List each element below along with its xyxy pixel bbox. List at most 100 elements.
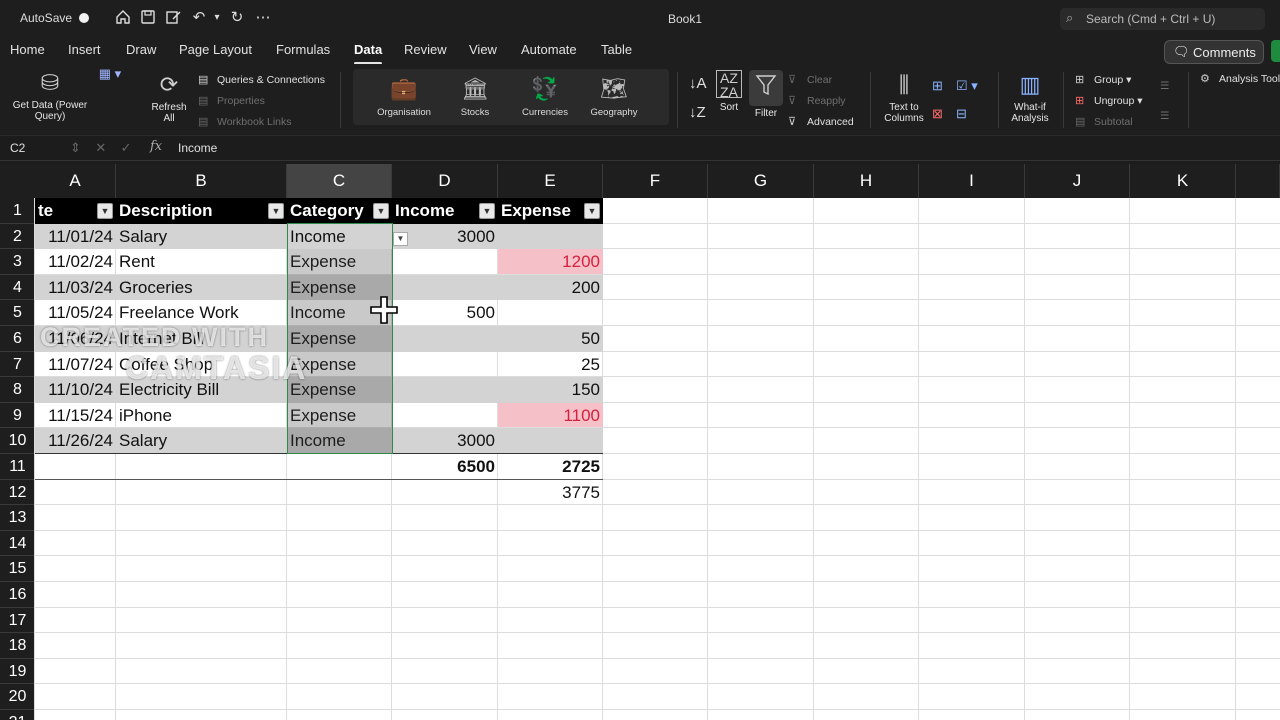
- group-button[interactable]: ⊞ Group ▾: [1075, 73, 1131, 86]
- column-header-j[interactable]: J: [1025, 164, 1130, 198]
- tab-formulas[interactable]: Formulas: [276, 42, 330, 57]
- column-header-k[interactable]: K: [1130, 164, 1236, 198]
- sort-ascending-icon[interactable]: ↓A: [689, 75, 707, 92]
- column-header-g[interactable]: G: [708, 164, 814, 198]
- filter-dropdown-icon[interactable]: ▼: [97, 203, 113, 219]
- datatype-organisation[interactable]: 💼 Organisation: [367, 75, 441, 118]
- row-header-4[interactable]: 4: [0, 274, 35, 301]
- what-if-analysis-button[interactable]: ▥ What-if Analysis: [1004, 72, 1056, 124]
- undo-icon[interactable]: ↶: [189, 8, 209, 28]
- table-header-4[interactable]: Expense ▼: [498, 198, 603, 224]
- cell-date[interactable]: 11/26/24: [35, 428, 116, 453]
- table-header-0[interactable]: te ▼: [35, 198, 116, 224]
- row-header-5[interactable]: 5: [0, 300, 35, 326]
- tab-page-layout[interactable]: Page Layout: [179, 42, 252, 57]
- cell-description[interactable]: Salary: [116, 428, 287, 453]
- comments-button[interactable]: 🗨 Comments: [1164, 40, 1264, 64]
- name-box[interactable]: C2: [10, 141, 25, 155]
- function-icon[interactable]: fx: [150, 139, 162, 154]
- properties-button[interactable]: ▤ Properties: [198, 94, 265, 107]
- flash-fill-icon[interactable]: ⊞: [932, 78, 943, 94]
- tab-review[interactable]: Review: [404, 42, 447, 57]
- spreadsheet-grid[interactable]: A B C D E F G H I J K 1 2 3 4 5 6 7 8 9 10 11 12 13 14 15 16 17 18 19…: [0, 164, 1280, 720]
- datatype-stocks[interactable]: 🏛 Stocks: [438, 75, 512, 118]
- column-header-d[interactable]: D: [392, 164, 498, 198]
- text-to-columns-button[interactable]: ⫼ Text to Columns: [879, 72, 929, 124]
- tab-data[interactable]: Data: [354, 42, 383, 65]
- row-header-8[interactable]: 8: [0, 377, 35, 403]
- table-header-2[interactable]: Category ▼: [287, 198, 392, 224]
- cell-date[interactable]: 11/02/24: [35, 249, 116, 274]
- cell-dropdown-arrow[interactable]: ▼: [393, 232, 408, 246]
- subtotal-button[interactable]: ▤ Subtotal: [1075, 115, 1133, 128]
- row-header-16[interactable]: 16: [0, 582, 35, 608]
- save-icon[interactable]: [138, 8, 158, 28]
- get-data-button[interactable]: ⛁ Get Data (Power Query): [8, 70, 92, 122]
- row-header-20[interactable]: 20: [0, 684, 35, 710]
- hide-detail-icon[interactable]: ☰: [1160, 110, 1169, 122]
- row-header-1[interactable]: 1: [0, 198, 35, 224]
- net-balance[interactable]: 3775: [498, 480, 603, 505]
- row-header-10[interactable]: 10: [0, 428, 35, 454]
- tab-automate[interactable]: Automate: [521, 42, 577, 57]
- search-box[interactable]: ⌕ Search (Cmd + Ctrl + U): [1060, 8, 1265, 30]
- table-header-3[interactable]: Income ▼: [392, 198, 498, 224]
- row-header-14[interactable]: 14: [0, 530, 35, 557]
- tab-table[interactable]: Table: [601, 42, 632, 57]
- analysis-toolpak-button[interactable]: ⚙ Analysis Toolpak: [1200, 72, 1280, 85]
- advanced-button[interactable]: ⊽ Advanced: [788, 115, 854, 128]
- row-header-6[interactable]: 6: [0, 326, 35, 352]
- filter-dropdown-icon[interactable]: ▼: [479, 203, 495, 219]
- sort-descending-icon[interactable]: ↓Z: [689, 104, 706, 121]
- cell-date[interactable]: 11/01/24: [35, 224, 116, 249]
- cell-expense[interactable]: 25: [498, 352, 603, 377]
- row-header-9[interactable]: 9: [0, 402, 35, 429]
- reapply-button[interactable]: ⊽ Reapply: [788, 94, 846, 107]
- cell-description[interactable]: Groceries: [116, 275, 287, 300]
- row-header-11[interactable]: 11: [0, 454, 35, 480]
- share-button[interactable]: [1271, 40, 1280, 62]
- remove-duplicates-icon[interactable]: ⊠: [932, 106, 943, 122]
- row-header-18[interactable]: 18: [0, 633, 35, 659]
- sort-button[interactable]: AZ ZA Sort: [713, 70, 745, 113]
- cell-expense[interactable]: 150: [498, 377, 603, 402]
- cell-date[interactable]: 11/15/24: [35, 403, 116, 428]
- total-expense[interactable]: 2725: [498, 454, 603, 479]
- select-all-corner[interactable]: [0, 164, 35, 198]
- column-header-c[interactable]: C: [287, 164, 392, 198]
- datatype-currencies[interactable]: 💱 Currencies: [508, 75, 582, 118]
- row-header-19[interactable]: 19: [0, 658, 35, 685]
- filter-dropdown-icon[interactable]: ▼: [584, 203, 600, 219]
- queries-connections-button[interactable]: ▤ Queries & Connections: [198, 73, 325, 86]
- undo-dropdown-icon[interactable]: ▾: [207, 8, 227, 28]
- ungroup-button[interactable]: ⊞ Ungroup ▾: [1075, 94, 1142, 107]
- row-header-21[interactable]: 21: [0, 710, 35, 720]
- row-header-12[interactable]: 12: [0, 479, 35, 506]
- filter-dropdown-icon[interactable]: ▼: [373, 203, 389, 219]
- total-income[interactable]: 6500: [392, 454, 498, 479]
- cell-expense[interactable]: 1100: [498, 403, 603, 428]
- cell-description[interactable]: iPhone: [116, 403, 287, 428]
- row-header-2[interactable]: 2: [0, 223, 35, 250]
- show-detail-icon[interactable]: ☰: [1160, 80, 1169, 92]
- cell-description[interactable]: Rent: [116, 249, 287, 274]
- edit-icon[interactable]: [163, 8, 183, 28]
- cell-income[interactable]: 3000: [392, 428, 498, 453]
- column-header-i[interactable]: I: [919, 164, 1025, 198]
- tab-draw[interactable]: Draw: [126, 42, 156, 57]
- cell-expense[interactable]: 200: [498, 275, 603, 300]
- datatype-geography[interactable]: 🗺 Geography: [577, 75, 651, 118]
- table-header-1[interactable]: Description ▼: [116, 198, 287, 224]
- tab-home[interactable]: Home: [10, 42, 45, 57]
- column-header-next[interactable]: [1236, 164, 1280, 198]
- tab-insert[interactable]: Insert: [68, 42, 101, 57]
- existing-connections-button[interactable]: ▦ ▾: [95, 67, 125, 81]
- tab-view[interactable]: View: [469, 42, 497, 57]
- column-header-e[interactable]: E: [498, 164, 603, 198]
- more-icon[interactable]: ⋯: [253, 8, 273, 28]
- formula-bar-stepper-icon[interactable]: ⇕ ✕ ✓: [70, 140, 132, 156]
- column-header-a[interactable]: A: [35, 164, 116, 198]
- cell-expense[interactable]: 50: [498, 326, 603, 351]
- column-header-b[interactable]: B: [116, 164, 287, 198]
- column-header-f[interactable]: F: [603, 164, 708, 198]
